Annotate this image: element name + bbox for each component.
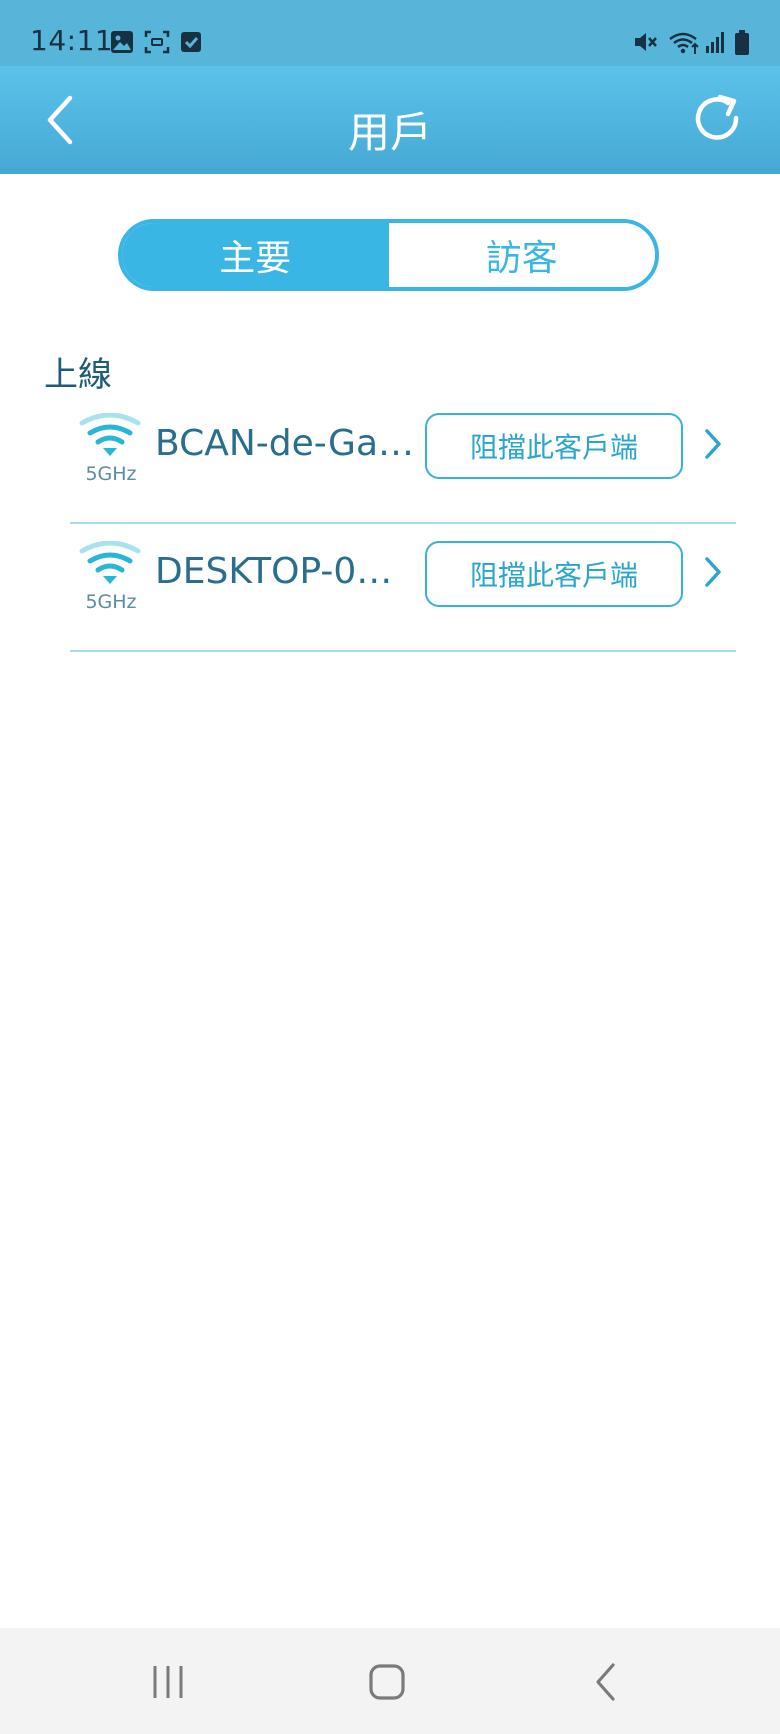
app-header: 用戶 [0,66,780,174]
chevron-right-icon[interactable] [702,555,724,589]
tab-main[interactable]: 主要 [122,223,389,287]
back-icon[interactable] [576,1658,636,1706]
battery-icon [735,30,749,55]
image-icon [111,31,133,53]
checkbox-icon [181,32,201,52]
client-row[interactable]: 5GHz BCAN-de-Gala… 阻擋此客戶端 [70,395,736,524]
refresh-button[interactable] [690,92,746,148]
recent-apps-icon[interactable] [138,1658,198,1706]
block-client-button[interactable]: 阻擋此客戶端 [425,541,683,607]
client-name: DESKTOP-0O… [155,551,415,592]
wifi-icon [79,413,141,456]
signal-icon [706,32,724,53]
status-time: 14:11 [30,24,114,57]
system-nav-bar [0,1628,780,1734]
home-icon[interactable] [357,1658,417,1706]
wifi-icon [79,541,141,584]
band-label: 5GHz [85,591,137,613]
screenshot-icon [144,30,170,54]
client-name: BCAN-de-Gala… [155,423,415,464]
tab-switcher: 主要 訪客 [118,219,659,291]
client-row[interactable]: 5GHz DESKTOP-0O… 阻擋此客戶端 [70,523,736,652]
mute-icon [635,33,657,51]
page-title: 用戶 [347,108,432,157]
section-online-title: 上線 [44,355,112,395]
status-bar: 14:11 [0,0,780,66]
block-client-button[interactable]: 阻擋此客戶端 [425,413,683,479]
tab-guest[interactable]: 訪客 [388,223,655,287]
band-label: 5GHz [85,463,137,485]
chevron-right-icon[interactable] [702,427,724,461]
wifi-icon [669,32,699,54]
